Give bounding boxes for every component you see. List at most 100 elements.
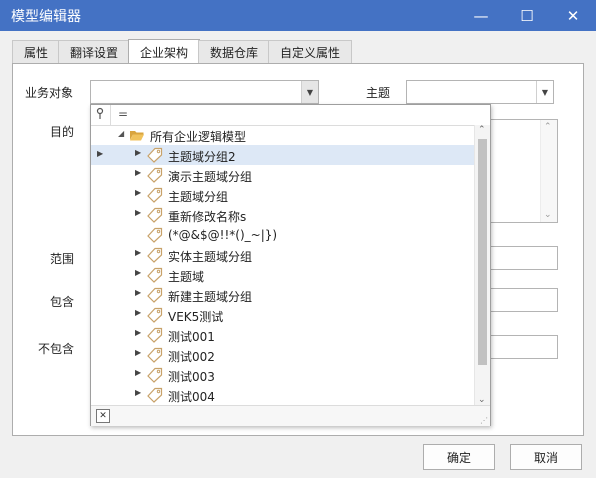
chevron-down-icon: ▼ bbox=[541, 87, 549, 97]
tab-translation-settings[interactable]: 翻译设置 bbox=[58, 40, 130, 63]
scroll-down-icon[interactable]: ⌄ bbox=[544, 210, 552, 220]
tag-icon bbox=[147, 247, 163, 263]
tree-item-label: 测试003 bbox=[168, 370, 215, 384]
purpose-scrollbar[interactable]: ⌃ ⌄ bbox=[540, 120, 557, 222]
exclude-input[interactable] bbox=[489, 335, 558, 359]
tree-item[interactable]: ▶ 实体主题域分组 bbox=[91, 245, 474, 265]
maximize-icon: ☐ bbox=[520, 6, 534, 25]
scroll-up-icon[interactable]: ⌃ bbox=[478, 125, 486, 135]
expand-arrow-icon[interactable]: ▶ bbox=[135, 348, 141, 357]
tree-item-label: 主题域分组 bbox=[168, 190, 229, 204]
tag-icon bbox=[147, 307, 163, 323]
minimize-icon: — bbox=[473, 6, 489, 25]
close-icon: ✕ bbox=[566, 6, 580, 25]
scroll-up-icon[interactable]: ⌃ bbox=[544, 122, 552, 132]
tree-item[interactable]: ▶ 主题域分组 bbox=[91, 185, 474, 205]
scope-label: 范围 bbox=[50, 252, 75, 266]
expand-arrow-icon[interactable]: ▶ bbox=[135, 208, 141, 217]
tree-item[interactable]: ▶ 重新修改名称s bbox=[91, 205, 474, 225]
maximize-button[interactable]: ☐ bbox=[504, 0, 550, 31]
expand-arrow-icon[interactable]: ▶ bbox=[135, 248, 141, 257]
expand-arrow-icon[interactable]: ▶ bbox=[135, 188, 141, 197]
expand-arrow-icon[interactable]: ▶ bbox=[135, 288, 141, 297]
expand-arrow-icon[interactable]: ▶ bbox=[135, 328, 141, 337]
tree-item-label: 实体主题域分组 bbox=[168, 250, 253, 264]
popup-filter-bar: = bbox=[91, 105, 490, 126]
tree-item[interactable]: ▶ 测试001 bbox=[91, 325, 474, 345]
tag-icon bbox=[147, 367, 163, 383]
tree-item-label: 主题域 bbox=[168, 270, 205, 284]
close-button[interactable]: ✕ bbox=[550, 0, 596, 31]
expand-arrow-icon[interactable]: ▶ bbox=[135, 308, 141, 317]
collapse-arrow-icon[interactable]: ◢ bbox=[118, 129, 124, 138]
cancel-button[interactable]: 取消 bbox=[510, 444, 582, 470]
dropdown-arrow-button[interactable]: ▼ bbox=[301, 81, 318, 103]
tag-icon bbox=[147, 287, 163, 303]
tree-item-label: 演示主题域分组 bbox=[168, 170, 253, 184]
subject-dropdown-arrow[interactable]: ▼ bbox=[536, 81, 553, 103]
tab-properties[interactable]: 属性 bbox=[12, 40, 60, 63]
chevron-down-icon: ▼ bbox=[306, 87, 314, 97]
resize-grip-icon[interactable]: ⋰ bbox=[480, 416, 488, 425]
business-object-dropdown[interactable]: ▼ bbox=[90, 80, 319, 104]
current-row-indicator-icon: ▶ bbox=[97, 149, 104, 158]
pin-icon[interactable] bbox=[95, 107, 105, 124]
tag-icon bbox=[147, 327, 163, 343]
window-title: 模型编辑器 bbox=[11, 9, 81, 25]
clear-filter-close-icon[interactable]: ✕ bbox=[96, 409, 110, 423]
scope-input[interactable] bbox=[489, 246, 558, 270]
tree-item[interactable]: ▶ 新建主题域分组 bbox=[91, 285, 474, 305]
tab-enterprise-architecture[interactable]: 企业架构 bbox=[128, 39, 200, 64]
tree-item-label: 测试002 bbox=[168, 350, 215, 364]
expand-arrow-icon[interactable]: ▶ bbox=[135, 168, 141, 177]
tree-scrollbar[interactable]: ⌃ ⌄ bbox=[474, 125, 490, 405]
scrollbar-thumb[interactable] bbox=[478, 139, 487, 365]
tree-item[interactable]: ▶ 演示主题域分组 bbox=[91, 165, 474, 185]
include-input[interactable] bbox=[489, 288, 558, 312]
purpose-label: 目的 bbox=[50, 125, 75, 139]
tree-item[interactable]: (*@&$@!!*()_~|}) bbox=[91, 225, 474, 245]
scroll-down-icon[interactable]: ⌄ bbox=[478, 395, 486, 405]
tag-icon bbox=[147, 187, 163, 203]
open-folder-icon bbox=[130, 131, 144, 141]
filter-equals-icon[interactable]: = bbox=[118, 107, 128, 121]
tag-icon bbox=[147, 267, 163, 283]
tag-icon bbox=[147, 227, 163, 243]
tree-item[interactable]: ▶ 测试004 bbox=[91, 385, 474, 405]
tree-item[interactable]: ▶ 主题域分组2 bbox=[91, 145, 474, 165]
tree-item-label: 测试001 bbox=[168, 330, 215, 344]
tree-item[interactable]: ▶ 主题域 bbox=[91, 265, 474, 285]
title-bar: 模型编辑器 — ☐ ✕ bbox=[0, 0, 596, 31]
business-object-popup: = ◢ 所有企业逻辑模型 ▶ 主题域分组2 ▶ 演示主题域分组 ▶ 主题域分组 ▶ 重新修改名… bbox=[90, 104, 491, 426]
expand-arrow-icon[interactable]: ▶ bbox=[135, 368, 141, 377]
expand-arrow-icon[interactable]: ▶ bbox=[135, 148, 141, 157]
tree-item[interactable]: ▶ 测试002 bbox=[91, 345, 474, 365]
tree-item-label: 重新修改名称s bbox=[168, 210, 247, 224]
subject-dropdown[interactable]: ▼ bbox=[406, 80, 554, 104]
include-label: 包含 bbox=[50, 295, 75, 309]
tag-icon bbox=[147, 147, 163, 163]
tag-icon bbox=[147, 207, 163, 223]
tree-item[interactable]: ▶ VEK5测试 bbox=[91, 305, 474, 325]
expand-arrow-icon[interactable]: ▶ bbox=[135, 268, 141, 277]
tab-data-warehouse[interactable]: 数据仓库 bbox=[198, 40, 270, 63]
tree-item-label: 主题域分组2 bbox=[168, 150, 236, 164]
tree-item[interactable]: ▶ 测试003 bbox=[91, 365, 474, 385]
business-object-label: 业务对象 bbox=[25, 86, 74, 100]
exclude-label: 不包含 bbox=[38, 342, 75, 356]
minimize-button[interactable]: — bbox=[458, 0, 504, 31]
tag-icon bbox=[147, 347, 163, 363]
tab-custom-properties[interactable]: 自定义属性 bbox=[268, 40, 352, 63]
tree-item-label: 测试004 bbox=[168, 390, 215, 404]
expand-arrow-icon[interactable]: ▶ bbox=[135, 388, 141, 397]
popup-footer: ✕ ⋰ bbox=[91, 405, 490, 426]
tag-icon bbox=[147, 167, 163, 183]
purpose-textarea[interactable]: ⌃ ⌄ bbox=[489, 119, 558, 223]
tag-icon bbox=[147, 387, 163, 403]
ok-button[interactable]: 确定 bbox=[423, 444, 495, 470]
tree-root[interactable]: ◢ 所有企业逻辑模型 bbox=[91, 125, 474, 145]
tree-item-label: 新建主题域分组 bbox=[168, 290, 253, 304]
tree-root-label: 所有企业逻辑模型 bbox=[150, 130, 247, 144]
subject-label: 主题 bbox=[366, 86, 391, 100]
tree-view: ◢ 所有企业逻辑模型 ▶ 主题域分组2 ▶ 演示主题域分组 ▶ 主题域分组 ▶ 重新修改名称s… bbox=[91, 125, 474, 405]
